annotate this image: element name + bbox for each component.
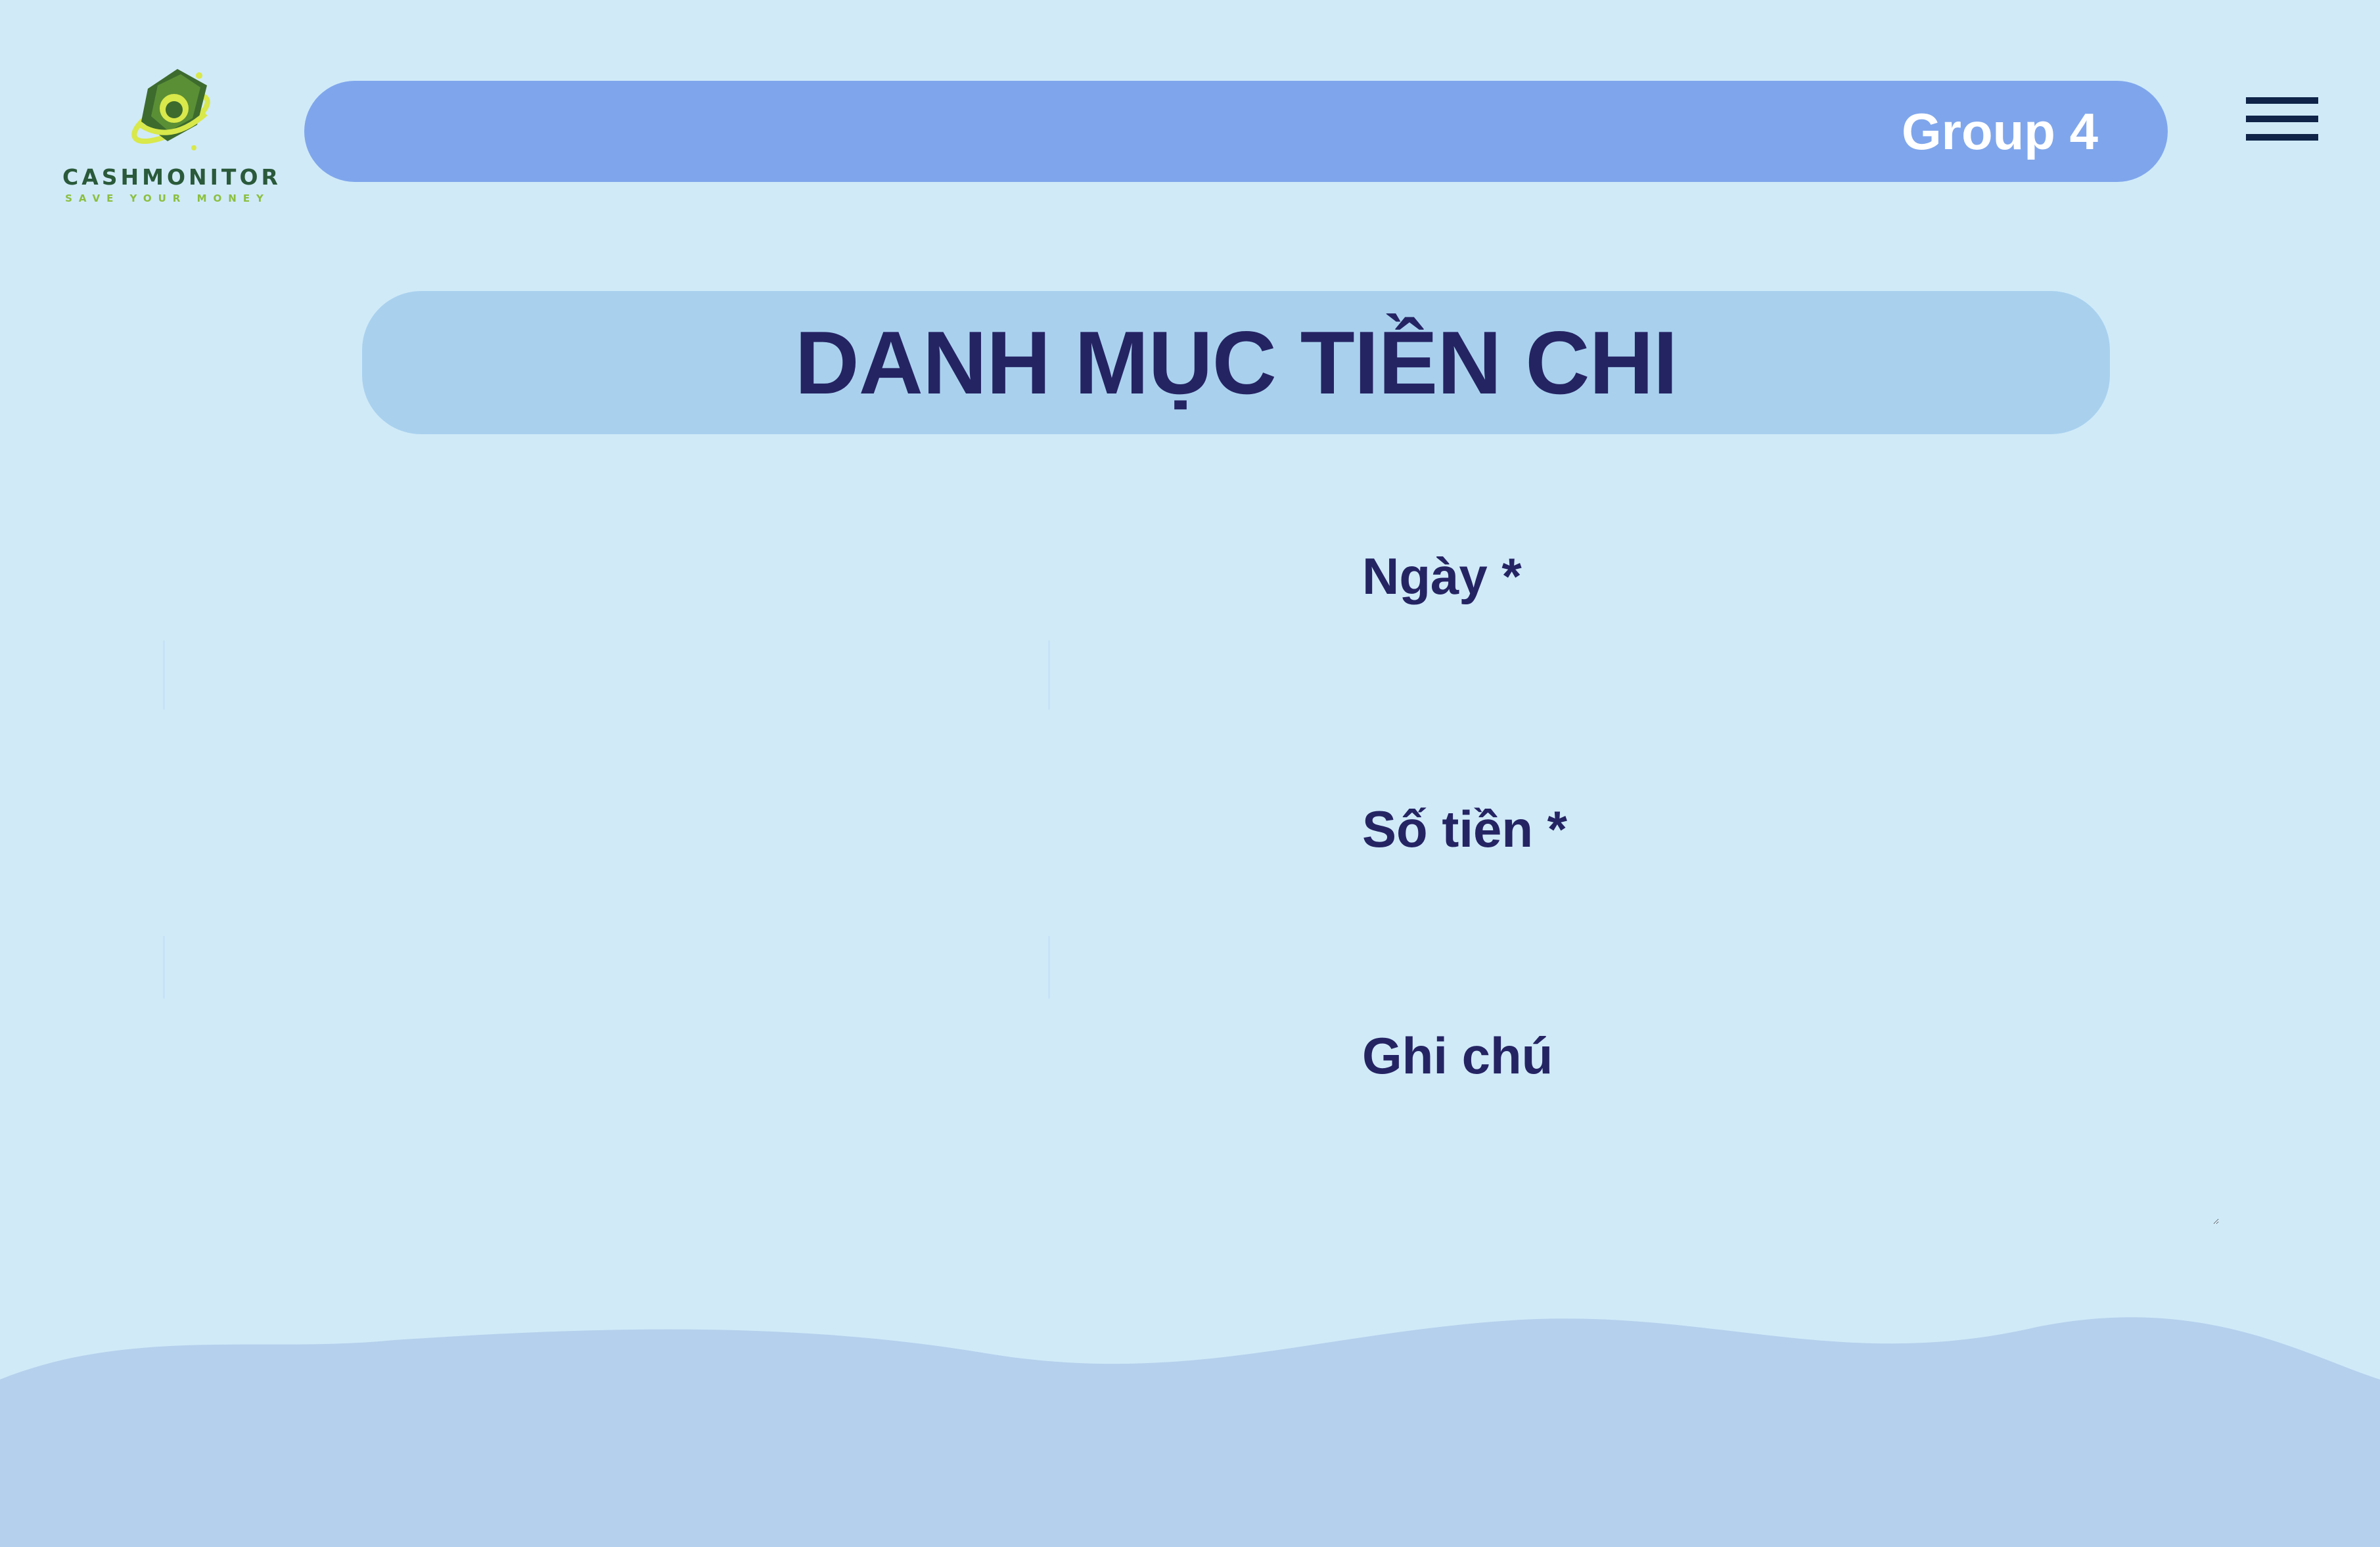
- menu-line: [2246, 116, 2318, 122]
- divider: [1048, 640, 1050, 709]
- date-label: Ngày *: [1362, 547, 1522, 605]
- menu-line: [2246, 134, 2318, 141]
- page-title: DANH MỤC TIỀN CHI: [794, 313, 1678, 413]
- amount-field[interactable]: [1362, 874, 2219, 960]
- top-bar: Group 4: [304, 81, 2168, 182]
- date-field[interactable]: [1362, 624, 2219, 711]
- left-panel: [163, 640, 1050, 998]
- page-title-box: DANH MỤC TIỀN CHI: [362, 291, 2110, 434]
- decorative-wave: [0, 1317, 2380, 1547]
- divider: [163, 936, 165, 998]
- divider: [1048, 936, 1050, 998]
- hamburger-menu-icon[interactable]: [2246, 97, 2318, 141]
- cash-globe-logo-icon: [131, 69, 210, 150]
- group-label: Group 4: [1901, 102, 2098, 160]
- amount-label: Số tiền *: [1362, 800, 1568, 858]
- brand-name: CASHMONITOR: [62, 164, 281, 190]
- divider: [163, 640, 165, 709]
- note-label: Ghi chú: [1362, 1027, 1553, 1085]
- menu-line: [2246, 97, 2318, 104]
- brand-logo[interactable]: CASHMONITOR SAVE YOUR MONEY: [62, 62, 281, 213]
- brand-tagline: SAVE YOUR MONEY: [65, 192, 270, 204]
- note-field[interactable]: [1362, 1104, 2219, 1224]
